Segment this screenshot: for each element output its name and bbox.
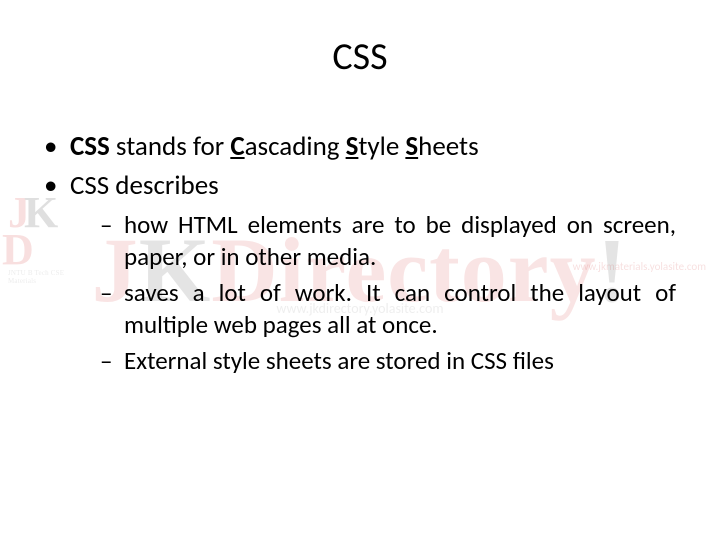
slide-title: CSS	[0, 34, 720, 80]
bullet-item: CSS stands for Cascading Style Sheets	[44, 130, 676, 165]
slide-body: CSS stands for Cascading Style SheetsCSS…	[44, 130, 676, 381]
text-run: CSS	[70, 130, 110, 163]
sub-bullet-item: saves a lot of work. It can control the …	[100, 277, 676, 341]
slide: JKDirectory! www.jkdirectory.yolasite.co…	[0, 0, 720, 540]
text-run: stands for	[110, 130, 230, 163]
text-run: S	[346, 130, 359, 163]
sub-bullet-item: how HTML elements are to be displayed on…	[100, 209, 676, 273]
bullet-item: CSS describes how HTML elements are to be…	[44, 169, 676, 378]
text-run: CSS describes	[70, 169, 219, 202]
text-run: tyle	[358, 130, 405, 163]
wm-left-d: D	[2, 232, 34, 267]
bullet-list: CSS stands for Cascading Style SheetsCSS…	[44, 130, 676, 377]
text-run: C	[230, 130, 244, 163]
text-run: ascading	[245, 130, 346, 163]
sub-bullet-list: how HTML elements are to be displayed on…	[100, 209, 676, 377]
wm-left-j: J	[8, 188, 30, 237]
sub-bullet-item: External style sheets are stored in CSS …	[100, 345, 676, 377]
text-run: heets	[418, 130, 479, 163]
text-run: S	[405, 130, 418, 163]
